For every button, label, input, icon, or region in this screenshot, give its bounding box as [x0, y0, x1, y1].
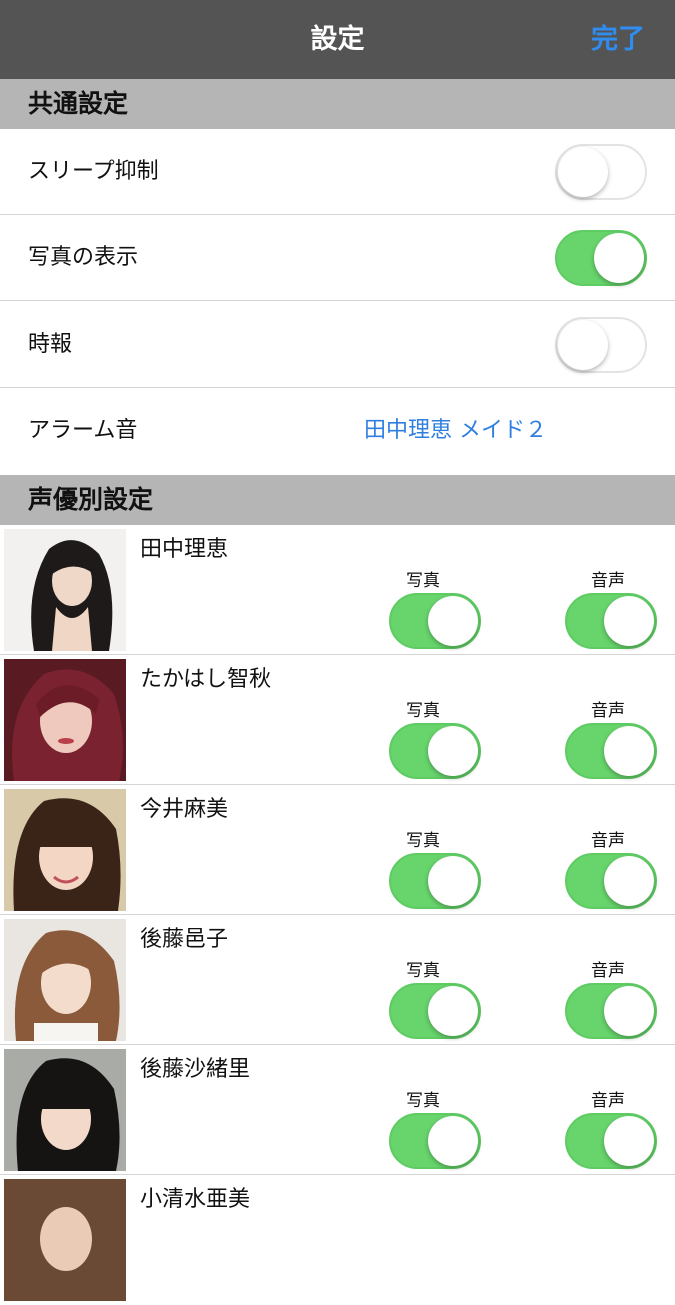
time-signal-toggle[interactable]: [555, 317, 647, 373]
actor-photo: [4, 659, 126, 781]
actor-row: 田中理恵 写真 音声: [0, 525, 675, 655]
photo-label: 写真: [406, 961, 440, 981]
actor-photo: [4, 919, 126, 1041]
actor-row: たかはし智秋 写真 音声: [0, 655, 675, 785]
actor-photo: [4, 1049, 126, 1171]
actor-voice-toggle[interactable]: [565, 853, 657, 909]
setting-row-time-signal: 時報: [0, 302, 675, 388]
actor-photo-toggle[interactable]: [389, 723, 481, 779]
actor-photo: [4, 1179, 126, 1301]
actor-row: 今井麻美 写真 音声: [0, 785, 675, 915]
voice-label: 音声: [591, 1091, 625, 1111]
section-header-actors: 声優別設定: [0, 475, 675, 525]
voice-label: 音声: [591, 831, 625, 851]
actor-voice-toggle[interactable]: [565, 983, 657, 1039]
toggle-knob: [604, 986, 654, 1036]
actor-name: 後藤邑子: [140, 927, 229, 952]
photo-display-toggle[interactable]: [555, 230, 647, 286]
actor-name: 田中理恵: [140, 537, 229, 562]
setting-row-sleep: スリープ抑制: [0, 129, 675, 215]
section-title: 声優別設定: [28, 485, 154, 514]
toggle-knob: [604, 596, 654, 646]
toggle-knob: [428, 986, 478, 1036]
sleep-suppress-toggle[interactable]: [555, 144, 647, 200]
setting-label: 時報: [28, 332, 73, 357]
setting-label: スリープ抑制: [28, 159, 159, 184]
voice-label: 音声: [591, 961, 625, 981]
alarm-sound-value[interactable]: 田中理恵 メイド２: [364, 388, 547, 474]
toggle-knob: [558, 320, 608, 370]
actor-photo: [4, 789, 126, 911]
setting-label: 写真の表示: [28, 245, 139, 270]
photo-label: 写真: [406, 701, 440, 721]
actor-name: 今井麻美: [140, 797, 229, 822]
actor-voice-toggle[interactable]: [565, 723, 657, 779]
actor-photo-toggle[interactable]: [389, 593, 481, 649]
done-button[interactable]: 完了: [591, 0, 645, 79]
voice-label: 音声: [591, 571, 625, 591]
actor-name: たかはし智秋: [140, 667, 272, 692]
actor-photo-toggle[interactable]: [389, 983, 481, 1039]
actor-photo-toggle[interactable]: [389, 1113, 481, 1169]
toggle-knob: [594, 233, 644, 283]
toggle-knob: [428, 1116, 478, 1166]
actor-voice-toggle[interactable]: [565, 1113, 657, 1169]
toggle-knob: [428, 596, 478, 646]
photo-label: 写真: [406, 831, 440, 851]
navigation-bar: 設定 完了: [0, 0, 675, 79]
voice-label: 音声: [591, 701, 625, 721]
section-title: 共通設定: [28, 89, 129, 118]
setting-label: アラーム音: [28, 418, 138, 443]
toggle-knob: [428, 856, 478, 906]
section-header-common: 共通設定: [0, 79, 675, 129]
toggle-knob: [428, 726, 478, 776]
setting-row-photo-display: 写真の表示: [0, 215, 675, 301]
actor-voice-toggle[interactable]: [565, 593, 657, 649]
page-title: 設定: [310, 24, 365, 55]
actor-photo-toggle[interactable]: [389, 853, 481, 909]
photo-label: 写真: [406, 1091, 440, 1111]
toggle-knob: [604, 856, 654, 906]
toggle-knob: [604, 726, 654, 776]
actor-name: 小清水亜美: [140, 1187, 251, 1212]
actor-photo: [4, 529, 126, 651]
setting-row-alarm-sound[interactable]: アラーム音 田中理恵 メイド２: [0, 388, 675, 474]
actor-row: 小清水亜美: [0, 1175, 675, 1305]
toggle-knob: [604, 1116, 654, 1166]
actor-name: 後藤沙緒里: [140, 1057, 251, 1082]
actor-row: 後藤沙緒里 写真 音声: [0, 1045, 675, 1175]
photo-label: 写真: [406, 571, 440, 591]
actor-row: 後藤邑子 写真 音声: [0, 915, 675, 1045]
toggle-knob: [558, 147, 608, 197]
